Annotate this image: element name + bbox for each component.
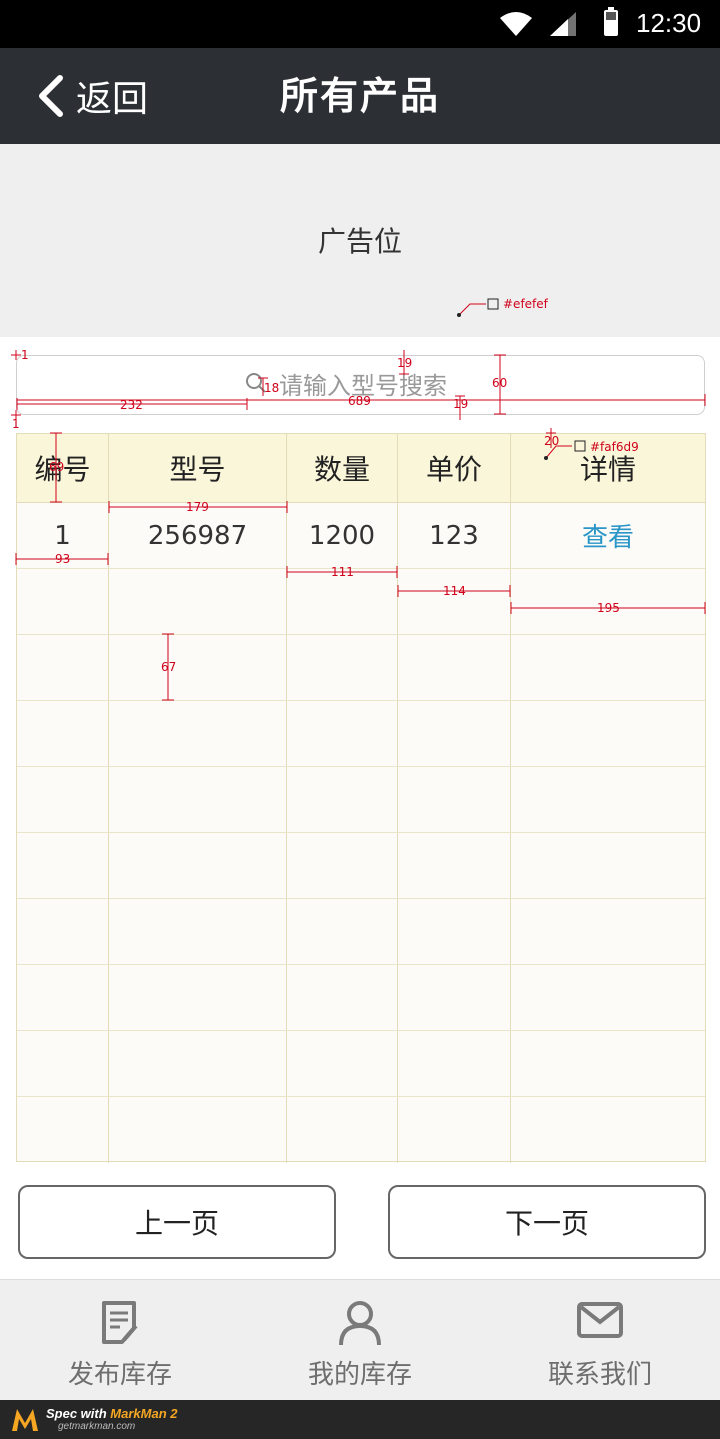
markman-site: getmarkman.com <box>58 1421 136 1432</box>
header-unit-price: 单价 <box>398 434 511 502</box>
tab-label: 发布库存 <box>67 1360 172 1390</box>
tab-label: 我的库存 <box>307 1360 412 1390</box>
cell-quantity <box>287 635 398 700</box>
cell-unit-price <box>398 833 511 898</box>
cell-model <box>109 1097 287 1163</box>
cell-details <box>511 1031 705 1096</box>
table-row <box>17 1097 705 1163</box>
back-label: 返回 <box>76 79 149 120</box>
chevron-left-icon <box>39 75 63 117</box>
table-row <box>17 899 705 965</box>
cell-id <box>17 569 109 634</box>
cell-model <box>109 833 287 898</box>
cell-id <box>17 701 109 766</box>
cell-id <box>17 635 109 700</box>
cell-unit-price <box>398 767 511 832</box>
cell-signal-icon <box>550 12 576 36</box>
markman-logo-icon <box>12 1409 38 1431</box>
table-row: 1 256987 1200 123 查看 <box>17 503 705 569</box>
nav-bar: 返回 所有产品 <box>0 48 720 144</box>
cell-unit-price <box>398 701 511 766</box>
cell-details <box>511 635 705 700</box>
cell-model <box>109 635 287 700</box>
cell-quantity <box>287 569 398 634</box>
prev-page-button[interactable]: 上一页 <box>18 1185 336 1259</box>
cell-unit-price <box>398 1097 511 1163</box>
cell-quantity <box>287 833 398 898</box>
tab-my-inventory[interactable]: 我的库存 <box>240 1280 480 1401</box>
markman-brand: Spec with MarkMan 2 <box>46 1406 178 1421</box>
cell-model <box>109 767 287 832</box>
cell-details <box>511 767 705 832</box>
cell-quantity <box>287 899 398 964</box>
tab-contact-us[interactable]: 联系我们 <box>480 1280 720 1401</box>
cell-model <box>109 965 287 1030</box>
cell-id <box>17 833 109 898</box>
header-model: 型号 <box>109 434 287 502</box>
cell-id <box>17 1097 109 1163</box>
cell-unit-price <box>398 569 511 634</box>
back-button[interactable]: 返回 <box>34 48 148 144</box>
ad-label: 广告位 <box>317 225 402 258</box>
wifi-icon <box>500 12 532 36</box>
next-page-button[interactable]: 下一页 <box>388 1185 706 1259</box>
search-icon <box>246 373 266 393</box>
header-details: 详情 <box>579 453 636 486</box>
cell-id <box>17 1031 109 1096</box>
bottom-tab-bar: 发布库存 我的库存 联系我们 <box>0 1279 720 1400</box>
table-row <box>17 701 705 767</box>
table-row <box>17 833 705 899</box>
status-bar: 12:30 <box>0 0 720 48</box>
cell-model <box>109 569 287 634</box>
cell-unit-price <box>398 899 511 964</box>
table-row <box>17 1031 705 1097</box>
cell-id <box>17 965 109 1030</box>
cell-details <box>511 833 705 898</box>
cell-id <box>17 899 109 964</box>
cell-quantity <box>287 767 398 832</box>
cell-model <box>109 701 287 766</box>
table-row <box>17 767 705 833</box>
cell-unit-price <box>398 635 511 700</box>
table-row <box>17 569 705 635</box>
cell-quantity <box>287 1031 398 1096</box>
cell-id <box>17 767 109 832</box>
cell-details <box>511 965 705 1030</box>
search-box[interactable] <box>16 355 705 415</box>
cell-quantity <box>287 965 398 1030</box>
cell-model: 256987 <box>109 503 287 568</box>
clock: 12:30 <box>636 8 702 38</box>
cell-quantity <box>287 1097 398 1163</box>
cell-id: 1 <box>17 503 109 568</box>
cell-unit-price <box>398 965 511 1030</box>
tab-publish-inventory[interactable]: 发布库存 <box>0 1280 240 1401</box>
cell-details <box>511 1097 705 1163</box>
table-row <box>17 965 705 1031</box>
mail-icon <box>577 1302 623 1338</box>
cell-model <box>109 1031 287 1096</box>
document-edit-icon <box>102 1301 138 1344</box>
cell-quantity: 1200 <box>287 503 398 568</box>
ad-banner[interactable]: 广告位 <box>0 144 720 337</box>
tab-label: 联系我们 <box>547 1360 652 1390</box>
product-table: 编号 型号 数量 单价 详情 1 256987 1200 123 查看 <box>16 433 706 1163</box>
search-input[interactable] <box>279 364 679 408</box>
table-header: 编号 型号 数量 单价 详情 <box>17 434 705 503</box>
header-id: 编号 <box>17 434 109 502</box>
markman-footer: Spec with MarkMan 2 getmarkman.com <box>0 1400 720 1439</box>
view-details-link[interactable]: 查看 <box>511 503 705 568</box>
header-quantity: 数量 <box>287 434 398 502</box>
cell-details <box>511 701 705 766</box>
table-row <box>17 635 705 701</box>
svg-text:1: 1 <box>12 417 20 431</box>
battery-icon <box>604 7 618 36</box>
cell-unit-price: 123 <box>398 503 511 568</box>
cell-details <box>511 569 705 634</box>
cell-details <box>511 899 705 964</box>
cell-model <box>109 899 287 964</box>
cell-unit-price <box>398 1031 511 1096</box>
person-icon <box>339 1301 381 1346</box>
cell-quantity <box>287 701 398 766</box>
